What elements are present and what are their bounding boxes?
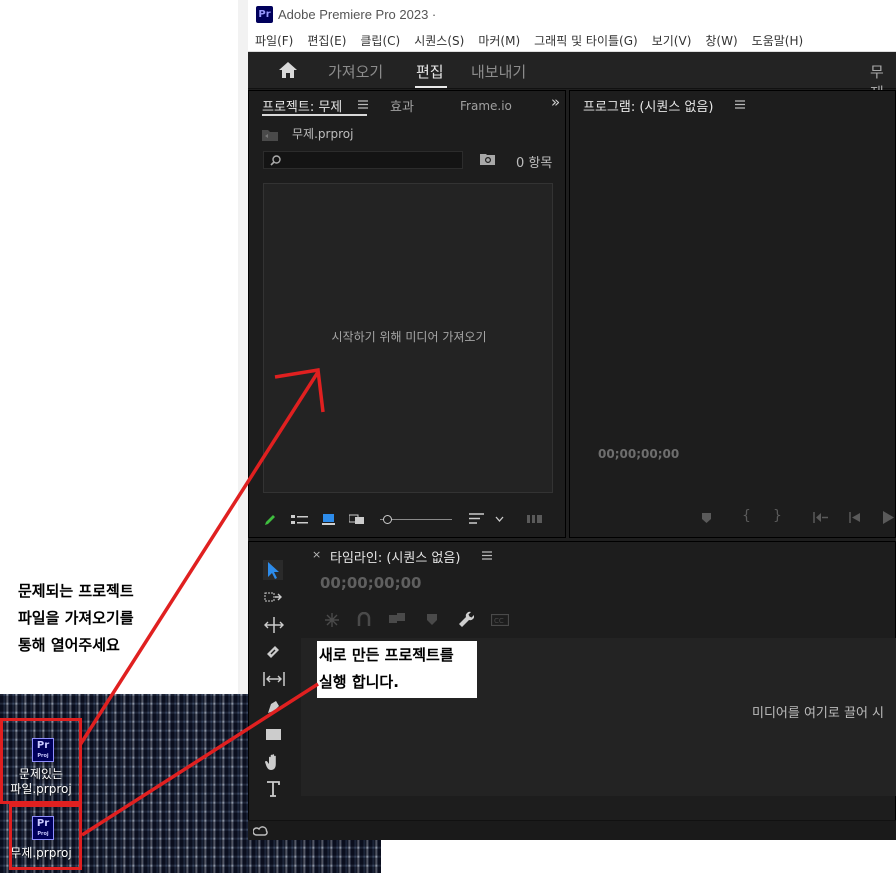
premiere-app-icon: Pr <box>256 6 273 23</box>
program-monitor-panel: 프로그램: (시퀀스 없음) 00;00;00;00 { } <box>569 90 896 538</box>
find-bin-icon[interactable] <box>480 153 495 165</box>
note-line: 실행 합니다. <box>319 673 399 691</box>
mark-in-icon[interactable]: { <box>742 508 751 524</box>
program-timecode[interactable]: 00;00;00;00 <box>598 447 679 461</box>
home-icon[interactable] <box>278 61 298 79</box>
pen-tool-icon[interactable] <box>264 698 284 716</box>
wrench-icon[interactable] <box>457 610 474 627</box>
linked-selection-icon[interactable] <box>389 612 406 627</box>
menu-item-1[interactable]: 편집(E) <box>300 30 353 51</box>
tab-frameio[interactable]: Frame.io <box>460 99 512 113</box>
note-line: 파일을 가져오기를 <box>18 609 134 627</box>
menu-item-6[interactable]: 보기(V) <box>645 30 699 51</box>
razor-tool-icon[interactable] <box>264 643 284 661</box>
panel-menu-icon[interactable] <box>358 100 368 109</box>
track-select-tool-icon[interactable] <box>264 589 284 607</box>
tab-export[interactable]: 내보내기 <box>471 61 526 82</box>
menu-item-4[interactable]: 마커(M) <box>471 30 527 51</box>
automate-to-sequence-icon[interactable] <box>527 514 543 524</box>
tab-edit[interactable]: 편집 <box>416 61 444 82</box>
highlight-box-problem-file <box>0 718 82 804</box>
timeline-timecode[interactable]: 00;00;00;00 <box>320 574 422 592</box>
program-monitor-title[interactable]: 프로그램: (시퀀스 없음) <box>583 96 713 115</box>
item-count: 0 항목 <box>516 156 553 171</box>
creative-cloud-icon[interactable] <box>253 824 268 837</box>
instruction-note-new-project: 새로 만든 프로젝트를 실행 합니다. <box>317 641 477 698</box>
captions-icon[interactable]: CC <box>491 614 509 626</box>
status-bar <box>248 820 896 840</box>
go-to-in-icon[interactable] <box>813 512 828 523</box>
hand-tool-icon[interactable] <box>264 752 284 772</box>
close-timeline-button[interactable]: × <box>312 548 321 561</box>
note-line: 새로 만든 프로젝트를 <box>319 646 454 664</box>
active-tab-underline <box>415 86 447 88</box>
background-window-strip <box>238 0 248 694</box>
panel-menu-icon[interactable] <box>735 100 745 109</box>
project-file-name: 무제.prproj <box>292 127 354 141</box>
bin-folder-icon[interactable] <box>262 128 278 141</box>
chevron-down-icon[interactable] <box>495 516 504 522</box>
slip-tool-icon[interactable] <box>263 670 285 688</box>
tab-import[interactable]: 가져오기 <box>328 61 383 82</box>
selection-tool-icon[interactable] <box>263 560 283 580</box>
panel-overflow-button[interactable]: » <box>551 93 560 111</box>
svg-text:CC: CC <box>494 617 504 625</box>
rectangle-tool-icon[interactable] <box>264 725 284 743</box>
drop-media-hint: 미디어를 여기로 끌어 시 <box>752 706 884 721</box>
add-marker-icon[interactable] <box>426 613 438 626</box>
type-tool-icon[interactable] <box>264 779 284 799</box>
step-back-icon[interactable] <box>849 512 862 523</box>
instruction-note-import: 문제되는 프로젝트 파일을 가져오기를 통해 열어주세요 <box>18 578 218 659</box>
menu-item-3[interactable]: 시퀀스(S) <box>407 30 471 51</box>
premiere-window: Pr Adobe Premiere Pro 2023 · 파일(F) 편집(E) 클… <box>248 0 896 840</box>
panel-menu-icon[interactable] <box>482 551 492 560</box>
search-input[interactable] <box>263 151 463 169</box>
workspace-bar: 가져오기 편집 내보내기 무제 <box>248 52 896 102</box>
sort-icon[interactable] <box>469 513 485 525</box>
menu-item-7[interactable]: 창(W) <box>698 30 744 51</box>
add-marker-icon[interactable] <box>701 512 712 524</box>
ripple-edit-tool-icon[interactable] <box>264 616 284 634</box>
tab-effects[interactable]: 효과 <box>390 96 414 115</box>
window-title: Adobe Premiere Pro 2023 · <box>278 7 437 22</box>
pencil-icon[interactable] <box>263 513 277 527</box>
note-line: 문제되는 프로젝트 <box>18 582 134 600</box>
menu-item-8[interactable]: 도움말(H) <box>745 30 811 51</box>
menu-item-2[interactable]: 클립(C) <box>353 30 407 51</box>
project-tab-underline <box>262 114 367 116</box>
menu-bar: 파일(F) 편집(E) 클립(C) 시퀀스(S) 마커(M) 그래픽 및 타이틀(G) 보기… <box>248 30 896 52</box>
menu-item-5[interactable]: 그래픽 및 타이틀(G) <box>527 30 645 51</box>
freeform-view-icon[interactable] <box>349 513 369 526</box>
project-panel: 프로젝트: 무제 효과 Frame.io » 무제.prproj 0 항목 시작… <box>248 90 566 538</box>
tab-project[interactable]: 프로젝트: 무제 <box>262 96 342 115</box>
title-bar: Pr Adobe Premiere Pro 2023 · <box>248 0 896 30</box>
mark-out-icon[interactable]: } <box>773 508 782 524</box>
note-line: 통해 열어주세요 <box>18 636 120 654</box>
media-drop-area[interactable]: 시작하기 위해 미디어 가져오기 <box>263 183 553 493</box>
tools-panel <box>249 552 297 802</box>
icon-view-icon[interactable] <box>322 513 336 526</box>
play-icon[interactable] <box>882 511 894 524</box>
timeline-title[interactable]: 타임라인: (시퀀스 없음) <box>330 547 460 566</box>
menu-item-0[interactable]: 파일(F) <box>248 30 300 51</box>
snap-icon[interactable] <box>357 612 371 627</box>
zoom-slider-handle[interactable] <box>383 515 392 524</box>
highlight-box-untitled <box>9 804 82 870</box>
search-icon <box>270 155 281 166</box>
nest-sequence-icon[interactable] <box>324 612 340 628</box>
list-view-icon[interactable] <box>291 514 309 526</box>
import-media-hint: 시작하기 위해 미디어 가져오기 <box>331 330 487 344</box>
